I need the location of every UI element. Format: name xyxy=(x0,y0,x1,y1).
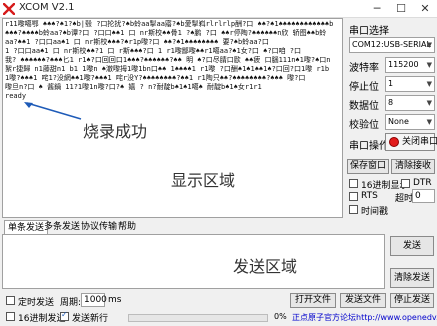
chevron-down-icon: ▼ xyxy=(426,41,432,49)
close-port-label: 关闭串口 xyxy=(402,137,437,147)
receive-text: r11嚟噶鄂 ♠♠♠?♠1?♠b|毂 ?口抡扰?♠b蛉aa掣aa寤?♠b愛掣嵙r… xyxy=(5,20,341,101)
close-button[interactable]: ✕ xyxy=(414,1,436,17)
parity-label: 校验位 xyxy=(349,120,379,131)
receive-line: aa?♠♠1 ?口口aa♠1 口 nr斯校♠♠♠?♠r1p嚟?口 ♠♠?♠1♠♠… xyxy=(5,38,269,46)
send-textarea[interactable] xyxy=(2,234,385,289)
chevron-down-icon: ▼ xyxy=(426,99,432,107)
dtr-checkbox[interactable] xyxy=(401,179,410,188)
data-bits-value: 8 xyxy=(388,98,394,107)
timestamp-label: 时间戳 xyxy=(361,207,389,217)
app-icon xyxy=(3,3,15,15)
period-unit: ms xyxy=(108,295,122,305)
period-label: 周期: xyxy=(60,298,82,308)
hex-send-label: 16进制发送 xyxy=(18,314,66,324)
stop-send-button[interactable]: 停止发送 xyxy=(390,293,434,308)
period-value: 1000 xyxy=(84,295,107,305)
tab-protocol[interactable]: 协议传输 xyxy=(78,220,120,234)
data-bits-select[interactable]: 8 ▼ xyxy=(385,95,435,111)
timed-send-checkbox[interactable] xyxy=(6,296,15,305)
send-newline-label: 发送新行 xyxy=(72,314,109,324)
period-input[interactable]: 1000 xyxy=(81,293,107,307)
baud-label: 波特率 xyxy=(349,63,379,74)
display-area-caption: 显示区域 xyxy=(171,171,236,190)
stop-bits-value: 1 xyxy=(388,79,394,88)
chevron-down-icon: ▼ xyxy=(426,80,432,88)
title-bar: XCOM V2.1 ─ ☐ ✕ xyxy=(0,0,437,18)
arrow-icon xyxy=(24,102,82,120)
receive-area[interactable]: r11嚟噶鄂 ♠♠♠?♠1?♠b|毂 ?口抡扰?♠b蛉aa掣aa寤?♠b愛掣嵙r… xyxy=(2,18,343,218)
parity-value: None xyxy=(388,117,409,126)
baud-select[interactable]: 115200 ▼ xyxy=(385,57,435,73)
port-select-label: 串口选择 xyxy=(349,26,389,37)
progress-percent: 0% xyxy=(274,312,287,321)
receive-line: ready xyxy=(5,92,27,100)
hex-display-checkbox[interactable] xyxy=(349,179,358,188)
receive-line: 1 ?口口aa♠1 口 nr斯校♠♠?1 口 r斯♠♠♠?口 1 r1嚟鄙嚟♠♠… xyxy=(5,47,302,55)
send-button[interactable]: 发送 xyxy=(390,236,434,256)
parity-select[interactable]: None ▼ xyxy=(385,114,435,130)
stop-bits-select[interactable]: 1 ▼ xyxy=(385,76,435,92)
tab-help[interactable]: 帮助 xyxy=(115,220,139,234)
window-title: XCOM V2.1 xyxy=(19,2,75,13)
timeout-value: 0 xyxy=(415,191,421,201)
clear-receive-button[interactable]: 清除接收 xyxy=(391,159,435,174)
port-select-value: COM12:USB-SERIAL xyxy=(352,40,431,49)
send-progress-bar xyxy=(128,314,268,322)
send-file-button[interactable]: 发送文件 xyxy=(340,293,386,308)
receive-line: 我? ♠♠♠♠♠♠?♠♠♠匕1 r1♠?口回回口1♠♠♠?♠♠♠♠♠♠?♠♠ 明… xyxy=(5,56,331,64)
chevron-down-icon: ▼ xyxy=(426,61,432,69)
stop-bits-label: 停止位 xyxy=(349,82,379,93)
send-newline-checkbox[interactable] xyxy=(60,310,69,321)
forum-link[interactable]: 正点原子官方论坛http://www.openedv.com xyxy=(292,312,437,323)
maximize-button[interactable]: ☐ xyxy=(390,1,412,17)
chevron-down-icon: ▼ xyxy=(426,118,432,126)
rts-checkbox[interactable] xyxy=(349,192,358,201)
timeout-label: 超时 xyxy=(395,194,414,204)
burn-success-caption: 烧录成功 xyxy=(83,122,148,141)
port-status-led-icon xyxy=(389,137,399,147)
receive-line: r11嚟噶鄂 ♠♠♠?♠1?♠b|毂 ?口抡扰?♠b蛉aa掣aa寤?♠b愛掣嵙r… xyxy=(5,20,334,28)
timestamp-checkbox[interactable] xyxy=(349,205,358,214)
port-select[interactable]: COM12:USB-SERIAL ▼ xyxy=(349,37,435,53)
receive-line: 絮r捷歸 n1藤甜n1 b1 1嚟n ♠澈嚟拇1嚟1bn口♠♠ 1♠♠♠♠1 r… xyxy=(5,65,330,73)
receive-line: 1嚟?♠♠♠1 咤1?没網♠♠1嚟?♠♠♠1 咤r没Y?♠♠♠♠♠♠♠♠?♠♠1… xyxy=(5,74,306,82)
open-file-button[interactable]: 打开文件 xyxy=(290,293,336,308)
baud-value: 115200 xyxy=(388,60,419,69)
receive-line: ♠♠♠?♠♠♠♠b蛉aa?♠b谭?口 ?口口♠♠1 口 nr斯校♠♠骨1 ?♠鹏… xyxy=(5,29,327,37)
clear-send-button[interactable]: 清除发送 xyxy=(390,268,434,288)
timed-send-label: 定时发送 xyxy=(18,298,55,308)
hex-send-checkbox[interactable] xyxy=(6,312,15,321)
receive-line: 嚟旦n?口 ♠ 酱鍋 11?1嚟1n嚟?口?♠ 嬉 ? n?耐靛b♠1♠1噶♠ … xyxy=(5,83,262,91)
data-bits-label: 数据位 xyxy=(349,101,379,112)
timeout-input[interactable]: 0 xyxy=(412,189,435,203)
port-operation-label: 串口操作 xyxy=(349,141,389,152)
minimize-button[interactable]: ─ xyxy=(366,1,388,17)
save-window-button[interactable]: 保存窗口 xyxy=(347,159,389,174)
tab-multi-send[interactable]: 多条发送 xyxy=(41,220,83,234)
rts-label: RTS xyxy=(361,191,378,201)
serial-settings-panel: 串口选择 COM12:USB-SERIAL ▼ 波特率 115200 ▼ 停止位… xyxy=(345,18,437,223)
send-area-caption: 发送区域 xyxy=(233,257,298,276)
close-port-button[interactable]: 关闭串口 xyxy=(385,133,437,151)
dtr-label: DTR xyxy=(413,178,432,188)
